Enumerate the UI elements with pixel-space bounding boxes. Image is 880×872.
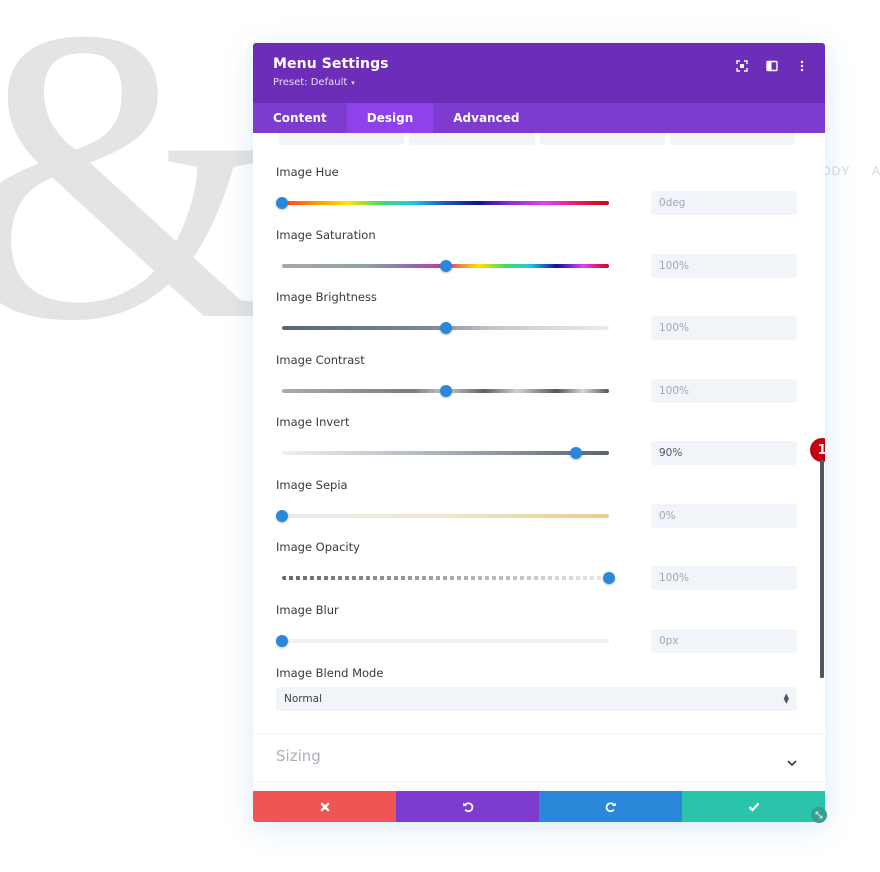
slider-knob[interactable] — [439, 385, 452, 397]
blur-value-input[interactable] — [651, 629, 797, 653]
field-image-opacity: Image Opacity — [276, 540, 797, 590]
select-arrows-icon: ▲ ▼ — [783, 691, 789, 705]
field-image-sepia: Image Sepia — [276, 478, 797, 528]
blend-mode-select[interactable]: Normal ▲ ▼ — [276, 687, 797, 711]
more-vertical-icon[interactable] — [793, 57, 811, 75]
modal-title: Menu Settings — [273, 56, 389, 72]
modal-footer — [253, 791, 825, 822]
caret-down-icon: ▾ — [351, 78, 355, 87]
undo-button[interactable] — [396, 791, 539, 822]
preset-dropdown[interactable]: Preset: Default ▾ — [273, 77, 805, 88]
tab-content[interactable]: Content — [253, 103, 347, 133]
slider-knob[interactable] — [276, 197, 288, 209]
undo-icon — [462, 801, 473, 812]
divider — [253, 781, 825, 782]
slider-knob[interactable] — [570, 447, 583, 459]
blend-mode-value: Normal — [284, 693, 322, 705]
modal-content: Image Hue Image Saturation Image Brightn… — [253, 133, 825, 791]
resize-icon — [815, 811, 823, 819]
contrast-slider[interactable] — [282, 385, 609, 397]
modal-header: Menu Settings Preset: Default ▾ — [253, 43, 825, 103]
chevron-down-icon[interactable] — [787, 752, 797, 771]
background-nav-item[interactable]: DDY — [822, 164, 850, 178]
split-view-icon[interactable] — [763, 57, 781, 75]
field-image-blend-mode: Image Blend Mode Normal ▲ ▼ — [276, 666, 797, 711]
cancel-icon — [320, 802, 329, 811]
field-image-saturation: Image Saturation — [276, 228, 797, 278]
scrollbar[interactable] — [820, 460, 824, 678]
field-image-hue: Image Hue — [276, 165, 797, 215]
field-image-brightness: Image Brightness — [276, 290, 797, 340]
tab-design[interactable]: Design — [346, 103, 434, 133]
invert-slider[interactable] — [282, 447, 609, 459]
slider-knob[interactable] — [439, 260, 452, 272]
background-ampersand: & — [0, 0, 282, 385]
focus-icon[interactable] — [733, 57, 751, 75]
divider — [253, 733, 825, 734]
saturation-value-input[interactable] — [651, 254, 797, 278]
save-button[interactable] — [682, 791, 825, 822]
brightness-value-input[interactable] — [651, 316, 797, 340]
opacity-value-input[interactable] — [651, 566, 797, 590]
saturation-slider[interactable] — [282, 260, 609, 272]
section-sizing-toggle[interactable]: Sizing — [276, 747, 321, 765]
field-label: Image Saturation — [276, 228, 376, 242]
hue-slider[interactable] — [276, 197, 609, 209]
field-label: Image Brightness — [276, 290, 377, 304]
slider-knob[interactable] — [276, 635, 288, 647]
background-nav-item[interactable]: ABO — [872, 164, 880, 178]
slider-knob[interactable] — [603, 572, 615, 584]
field-image-invert: Image Invert 1 — [276, 415, 825, 465]
sepia-value-input[interactable] — [651, 504, 797, 528]
settings-modal: Menu Settings Preset: Default ▾ Content … — [253, 43, 825, 822]
cancel-button[interactable] — [253, 791, 396, 822]
field-label: Image Sepia — [276, 478, 348, 492]
resize-handle[interactable] — [811, 807, 827, 823]
blur-slider[interactable] — [276, 635, 609, 647]
field-label: Image Contrast — [276, 353, 365, 367]
field-image-contrast: Image Contrast — [276, 353, 797, 403]
brightness-slider[interactable] — [282, 322, 609, 334]
field-label: Image Opacity — [276, 540, 360, 554]
preset-label: Preset: Default — [273, 77, 348, 88]
opacity-slider-knob-layer — [282, 572, 615, 584]
sepia-slider[interactable] — [276, 510, 609, 522]
field-label: Image Hue — [276, 165, 339, 179]
field-label: Image Blend Mode — [276, 666, 384, 680]
field-label: Image Blur — [276, 603, 339, 617]
contrast-value-input[interactable] — [651, 379, 797, 403]
step-badge: 1 — [810, 438, 825, 462]
redo-icon — [605, 801, 616, 812]
tab-bar: Content Design Advanced — [253, 103, 825, 133]
hue-value-input[interactable] — [651, 191, 797, 215]
field-label: Image Invert — [276, 415, 350, 429]
scrolled-ghost-controls — [253, 133, 825, 145]
field-image-blur: Image Blur — [276, 603, 797, 653]
slider-knob[interactable] — [276, 510, 288, 522]
check-icon — [748, 802, 759, 812]
background-nav: DDY ABO — [822, 164, 880, 178]
page: & DDY ABO Menu Settings Preset: Default … — [0, 0, 880, 872]
tab-advanced[interactable]: Advanced — [433, 103, 539, 133]
redo-button[interactable] — [539, 791, 682, 822]
invert-value-input[interactable] — [651, 441, 797, 465]
slider-knob[interactable] — [439, 322, 452, 334]
